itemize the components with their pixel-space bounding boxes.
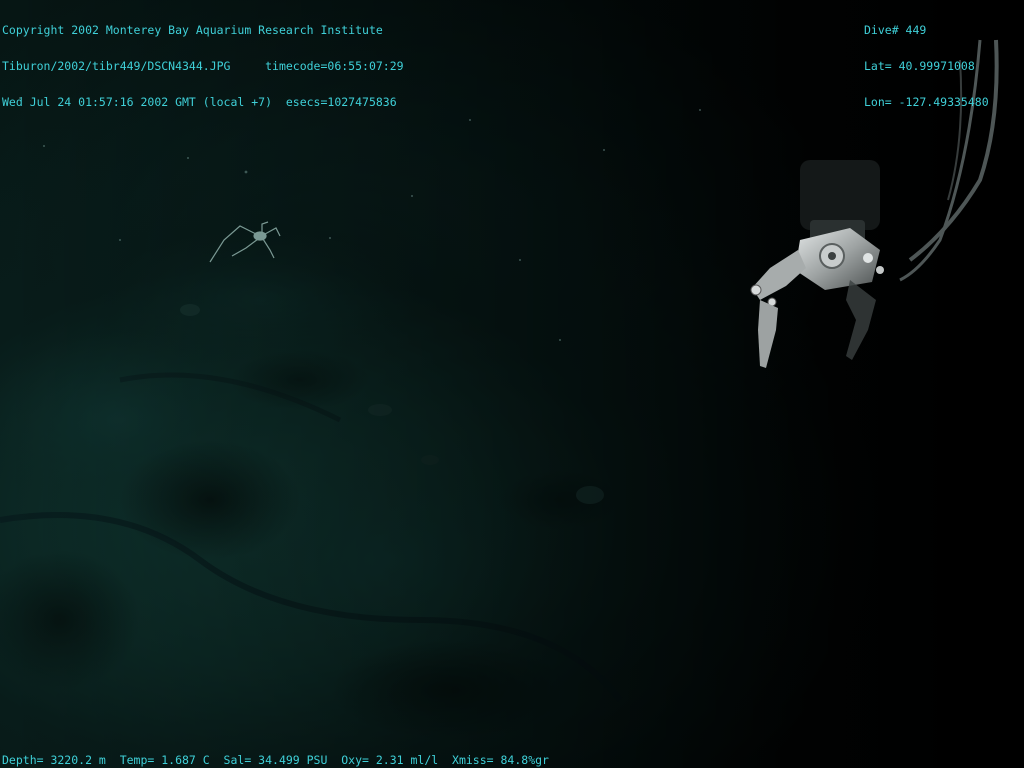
sensor-readout-line: Depth= 3220.2 m Temp= 1.687 C Sal= 34.49… [2,753,549,767]
date-esecs-line: Wed Jul 24 01:57:16 2002 GMT (local +7) … [2,95,397,109]
header-info-block: Copyright 2002 Monterey Bay Aquarium Res… [2,0,404,132]
copyright-line: Copyright 2002 Monterey Bay Aquarium Res… [2,23,383,37]
latitude: Lat= 40.99971008 [864,59,975,73]
file-timecode-line: Tiburon/2002/tibr449/DSCN4344.JPG timeco… [2,59,404,73]
longitude: Lon= -127.49335480 [864,95,989,109]
position-info-block: Dive# 449 Lat= 40.99971008 Lon= -127.493… [864,0,989,132]
deep-sea-camera-frame: Copyright 2002 Monterey Bay Aquarium Res… [0,0,1024,768]
dive-number: Dive# 449 [864,23,927,37]
